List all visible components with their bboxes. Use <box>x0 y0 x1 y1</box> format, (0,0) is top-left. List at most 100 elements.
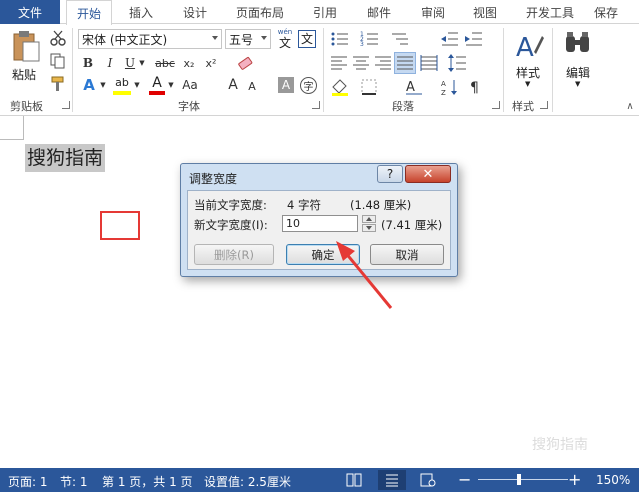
show-marks-icon[interactable]: ¶ <box>468 78 484 96</box>
selected-document-text[interactable]: 搜狗指南 <box>25 144 106 172</box>
print-layout-button[interactable] <box>378 470 406 490</box>
font-name-select[interactable]: 宋体 (中文正文) <box>78 29 222 49</box>
zoom-slider-thumb[interactable] <box>517 474 521 485</box>
clipboard-group-label: 剪贴板 <box>10 100 43 113</box>
tab-insert[interactable]: 插入 <box>118 0 164 24</box>
collapse-ribbon-icon[interactable]: ∧ <box>624 100 636 112</box>
spin-up-button[interactable] <box>362 215 376 223</box>
text-effect-button[interactable]: A <box>80 76 98 94</box>
read-mode-icon[interactable] <box>346 473 362 487</box>
tab-review[interactable]: 审阅 <box>410 0 456 24</box>
current-width-label: 当前文字宽度: <box>194 198 267 212</box>
italic-button[interactable]: I <box>102 54 118 72</box>
tab-mailings[interactable]: 邮件 <box>356 0 402 24</box>
font-color-dropdown-icon[interactable]: ▼ <box>167 76 175 94</box>
tab-file[interactable]: 文件 <box>0 0 60 24</box>
group-separator <box>503 28 504 112</box>
increase-indent-icon[interactable] <box>464 30 484 48</box>
status-page-count[interactable]: 第 1 页，共 1 页 <box>102 473 193 490</box>
shading-icon[interactable] <box>330 78 350 96</box>
status-page[interactable]: 页面: 1 <box>8 473 48 490</box>
clear-formatting-icon[interactable] <box>236 54 254 72</box>
clipboard-launcher[interactable] <box>62 101 70 109</box>
font-color-glyph: A <box>152 75 162 91</box>
distributed-icon[interactable] <box>420 55 438 71</box>
enclose-char-button[interactable]: 字 <box>300 77 317 94</box>
cut-icon[interactable] <box>50 30 66 46</box>
new-width-input[interactable]: 10 <box>282 215 358 232</box>
styles-icon: A <box>516 33 544 60</box>
subscript-button[interactable]: x₂ <box>180 54 198 72</box>
zoom-in-icon[interactable]: + <box>568 470 581 489</box>
line-spacing-icon[interactable] <box>448 54 468 72</box>
paste-button[interactable]: 粘贴 <box>8 28 44 88</box>
styles-button[interactable]: A 样式 ▼ <box>508 28 550 90</box>
bullets-icon[interactable] <box>330 30 350 48</box>
clipboard-icon <box>13 31 40 62</box>
tab-developer[interactable]: 开发工具 <box>518 0 582 24</box>
font-size-select[interactable]: 五号 <box>225 29 271 49</box>
format-painter-icon[interactable] <box>50 76 66 92</box>
delete-button[interactable]: 删除(R) <box>194 244 274 265</box>
paragraph-group-label: 段落 <box>392 100 414 113</box>
change-case-button[interactable]: Aa <box>180 76 200 94</box>
font-color-bar <box>149 91 165 95</box>
strikethrough-button[interactable]: abc <box>154 54 176 72</box>
font-size-value: 五号 <box>229 32 254 47</box>
highlight-dropdown-icon[interactable]: ▼ <box>133 76 141 94</box>
highlight-button[interactable]: ab <box>112 76 132 96</box>
underline-button[interactable]: U <box>122 54 138 72</box>
shrink-font-button[interactable]: A <box>246 78 258 94</box>
asian-layout-icon[interactable]: A <box>404 78 424 96</box>
copy-icon[interactable] <box>50 53 66 69</box>
char-shading-button[interactable]: A <box>278 77 294 93</box>
tab-page-layout[interactable]: 页面布局 <box>228 0 292 24</box>
status-setting[interactable]: 设置值: 2.5厘米 <box>204 473 291 490</box>
close-button[interactable]: ✕ <box>405 165 451 183</box>
dialog-title: 调整宽度 <box>189 172 238 186</box>
tab-references[interactable]: 引用 <box>302 0 348 24</box>
zoom-slider[interactable] <box>478 479 568 480</box>
justify-icon <box>397 56 413 70</box>
styles-group-label: 样式 <box>512 100 534 113</box>
grow-font-button[interactable]: A <box>226 76 240 94</box>
sort-icon[interactable]: AZ <box>440 78 460 96</box>
status-section[interactable]: 节: 1 <box>60 473 88 490</box>
tab-design[interactable]: 设计 <box>172 0 218 24</box>
styles-launcher[interactable] <box>540 101 548 109</box>
cancel-button[interactable]: 取消 <box>370 244 444 265</box>
numbering-icon[interactable]: 123 <box>360 30 380 48</box>
align-left-icon[interactable] <box>330 55 348 71</box>
zoom-level[interactable]: 150% <box>596 473 630 487</box>
spin-down-button[interactable] <box>362 224 376 232</box>
underline-dropdown-icon[interactable]: ▼ <box>138 54 146 72</box>
zoom-out-icon[interactable]: − <box>458 470 471 489</box>
tab-view[interactable]: 视图 <box>462 0 508 24</box>
text-effect-dropdown-icon[interactable]: ▼ <box>99 76 107 94</box>
phonetic-guide-button[interactable]: wén 文 <box>276 28 294 50</box>
styles-label: 样式 <box>516 66 541 80</box>
decrease-indent-icon[interactable] <box>440 30 460 48</box>
superscript-button[interactable]: x² <box>202 54 220 72</box>
font-color-button[interactable]: A <box>148 76 166 96</box>
help-button[interactable]: ? <box>377 165 403 183</box>
status-bar: 页面: 1 节: 1 第 1 页，共 1 页 设置值: 2.5厘米 − + 15… <box>0 468 639 492</box>
char-border-button[interactable]: 文 <box>298 30 316 48</box>
align-right-icon[interactable] <box>374 55 392 71</box>
svg-text:A: A <box>441 80 446 88</box>
ok-button[interactable]: 确定 <box>286 244 360 265</box>
web-layout-icon[interactable] <box>420 473 436 487</box>
group-separator <box>552 28 553 112</box>
justify-button[interactable] <box>394 52 416 74</box>
align-center-icon[interactable] <box>352 55 370 71</box>
svg-text:A: A <box>516 33 534 60</box>
styles-dropdown-icon: ▼ <box>525 80 531 88</box>
paragraph-launcher[interactable] <box>492 101 500 109</box>
borders-icon[interactable] <box>360 78 378 96</box>
tab-save[interactable]: 保存 <box>594 0 639 24</box>
font-launcher[interactable] <box>312 101 320 109</box>
multilevel-list-icon[interactable] <box>390 30 410 48</box>
bold-button[interactable]: B <box>80 54 96 72</box>
tab-home[interactable]: 开始 <box>66 0 112 25</box>
editing-button[interactable]: 编辑 ▼ <box>558 28 600 90</box>
